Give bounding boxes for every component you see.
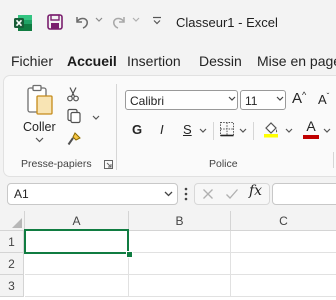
- tab-accueil[interactable]: Accueil: [67, 53, 117, 69]
- font-name-combo[interactable]: Calibri: [125, 90, 238, 110]
- font-name-chevron-icon[interactable]: [228, 96, 236, 102]
- cell-c3[interactable]: [231, 275, 336, 297]
- column-header-a[interactable]: A: [25, 211, 129, 231]
- cell-b1[interactable]: [129, 231, 231, 253]
- window-title: Classeur1 - Excel: [176, 15, 278, 30]
- tab-mise-en-page[interactable]: Mise en page: [257, 53, 336, 69]
- name-box-chevron-icon[interactable]: [164, 191, 173, 197]
- tab-dessin[interactable]: Dessin: [199, 53, 242, 69]
- clipboard-launcher-icon[interactable]: [104, 160, 113, 169]
- paste-icon[interactable]: [25, 84, 55, 116]
- undo-icon[interactable]: [73, 13, 91, 31]
- column-header-b[interactable]: B: [129, 211, 231, 231]
- font-color-letter: A: [306, 118, 316, 134]
- select-all-corner[interactable]: [0, 211, 25, 231]
- name-box[interactable]: A1: [7, 183, 178, 205]
- save-icon[interactable]: [46, 13, 64, 31]
- font-separator: [213, 122, 214, 140]
- excel-logo-icon: [13, 13, 33, 33]
- cell-c2[interactable]: [231, 253, 336, 275]
- select-all-triangle-icon: [12, 218, 22, 228]
- shrink-font-button[interactable]: Aˇ: [318, 92, 329, 107]
- formula-input[interactable]: [272, 183, 336, 205]
- insert-function-button[interactable]: fx: [249, 183, 262, 199]
- cell-b2[interactable]: [129, 253, 231, 275]
- format-painter-icon[interactable]: [66, 131, 82, 147]
- enter-icon[interactable]: [225, 188, 239, 200]
- copy-icon[interactable]: [66, 108, 82, 124]
- font-group-label: Police: [209, 158, 238, 170]
- caret-up-icon: ^: [302, 90, 307, 100]
- font-name-value: Calibri: [130, 94, 165, 108]
- paste-button-label[interactable]: Coller: [23, 120, 56, 134]
- clipboard-group-label: Presse-papiers: [21, 158, 92, 170]
- bold-button[interactable]: G: [132, 122, 142, 137]
- fill-color-dropdown-chevron-icon[interactable]: [285, 128, 293, 134]
- row-header-1[interactable]: 1: [0, 231, 24, 253]
- underline-button[interactable]: S: [183, 122, 192, 137]
- row-header-2[interactable]: 2: [0, 253, 24, 275]
- undo-dropdown-chevron-icon[interactable]: [95, 17, 103, 23]
- cut-icon[interactable]: [66, 86, 80, 102]
- cell-a3[interactable]: [25, 275, 129, 297]
- cancel-icon[interactable]: [202, 188, 214, 200]
- font-color-button[interactable]: A: [303, 119, 319, 139]
- borders-dropdown-chevron-icon[interactable]: [239, 128, 247, 134]
- row-header-3[interactable]: 3: [0, 275, 24, 297]
- tab-fichier[interactable]: Fichier: [11, 53, 53, 69]
- italic-button[interactable]: I: [160, 122, 164, 137]
- paste-dropdown-chevron-icon[interactable]: [35, 137, 44, 143]
- borders-icon[interactable]: [219, 121, 235, 137]
- font-size-value: 11: [245, 94, 258, 108]
- font-color-dropdown-chevron-icon[interactable]: [323, 128, 331, 134]
- fill-handle[interactable]: [126, 251, 133, 258]
- active-cell-selection[interactable]: [24, 229, 129, 254]
- cell-b3[interactable]: [129, 275, 231, 297]
- title-bar: Classeur1 - Excel: [0, 0, 336, 46]
- font-color-swatch: [303, 135, 319, 139]
- caret-down-icon: ˇ: [326, 92, 330, 101]
- group-separator: [333, 152, 334, 168]
- cell-c1[interactable]: [231, 231, 336, 253]
- tab-insertion[interactable]: Insertion: [127, 53, 181, 69]
- copy-dropdown-chevron-icon[interactable]: [92, 115, 100, 121]
- fill-color-icon[interactable]: [262, 120, 280, 138]
- font-size-combo[interactable]: 11: [240, 90, 286, 110]
- more-options-icon[interactable]: [184, 187, 188, 201]
- underline-dropdown-chevron-icon[interactable]: [199, 128, 207, 134]
- customize-toolbar-icon[interactable]: [152, 16, 162, 26]
- font-size-chevron-icon[interactable]: [276, 96, 284, 102]
- redo-dropdown-chevron-icon[interactable]: [132, 17, 140, 23]
- column-header-c[interactable]: C: [231, 211, 336, 231]
- font-separator: [253, 122, 254, 140]
- group-separator: [116, 84, 117, 170]
- name-box-value: A1: [14, 187, 29, 201]
- redo-icon[interactable]: [110, 13, 128, 31]
- ribbon-tab-bar: Fichier Accueil Insertion Dessin Mise en…: [0, 46, 336, 76]
- cell-a2[interactable]: [25, 253, 129, 275]
- grow-font-button[interactable]: A^: [292, 90, 306, 107]
